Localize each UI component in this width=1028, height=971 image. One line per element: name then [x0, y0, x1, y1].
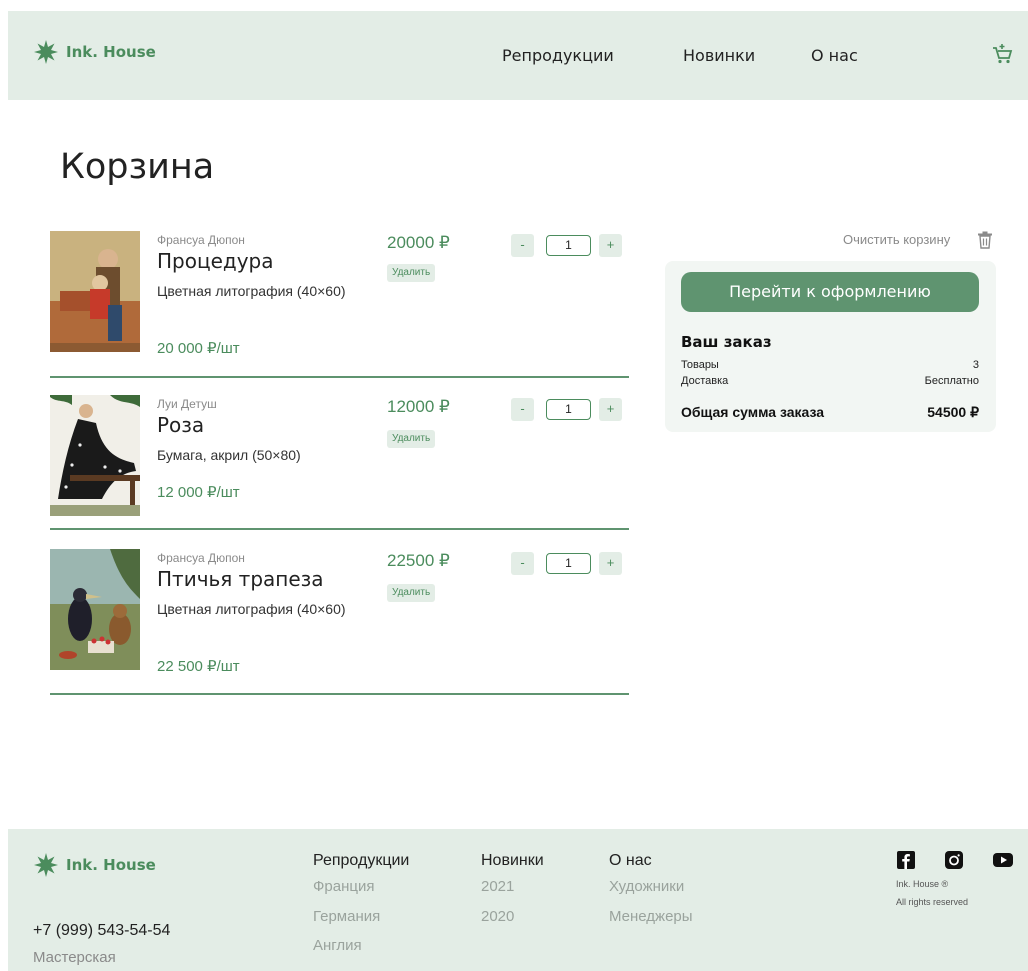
item-unit-price: 20 000 ₽/шт	[157, 340, 240, 357]
cart-item: Франсуа Дюпон Процедура Цветная литограф…	[50, 231, 629, 381]
footer-subtitle: Мастерская	[33, 949, 116, 966]
footer-link-2020[interactable]: 2020	[481, 908, 514, 925]
item-artist: Луи Детуш	[157, 397, 217, 411]
goods-value: 3	[972, 359, 979, 371]
item-artist: Франсуа Дюпон	[157, 551, 245, 565]
summary-delivery-row: Доставка Бесплатно	[681, 375, 979, 387]
nav-about[interactable]: О нас	[811, 46, 858, 65]
qty-input[interactable]: 1	[546, 553, 591, 574]
summary-total-row: Общая сумма заказа 54500 ₽	[681, 404, 979, 420]
item-unit-price: 22 500 ₽/шт	[157, 658, 240, 675]
delivery-value: Бесплатно	[924, 375, 979, 387]
footer-link-england[interactable]: Англия	[313, 937, 362, 954]
item-price: 12000 ₽	[387, 397, 450, 416]
trash-icon[interactable]	[977, 231, 993, 249]
footer-phone[interactable]: +7 (999) 543-54-54	[33, 922, 170, 940]
youtube-icon[interactable]	[993, 851, 1013, 869]
item-title[interactable]: Процедура	[157, 249, 274, 273]
cart-item: Франсуа Дюпон Птичья трапеза Цветная лит…	[50, 549, 629, 699]
summary-title: Ваш заказ	[681, 333, 772, 351]
cart-icon[interactable]	[991, 43, 1013, 65]
clear-cart-button[interactable]: Очистить корзину	[843, 232, 950, 247]
item-title[interactable]: Птичья трапеза	[157, 567, 324, 591]
instagram-icon[interactable]	[945, 851, 963, 869]
item-divider	[50, 693, 629, 695]
footer-link-managers[interactable]: Менеджеры	[609, 908, 693, 925]
footer-link-germany[interactable]: Германия	[313, 908, 380, 925]
goods-label: Товары	[681, 359, 719, 371]
qty-minus-button[interactable]: -	[511, 552, 534, 575]
qty-plus-button[interactable]: +	[599, 234, 622, 257]
brand-name: Ink. House	[66, 43, 156, 61]
page-title: Корзина	[60, 147, 215, 187]
qty-plus-button[interactable]: +	[599, 552, 622, 575]
footer-about-title[interactable]: О нас	[609, 852, 652, 870]
cart-item: Луи Детуш Роза Бумага, акрил (50×80) 12 …	[50, 395, 629, 535]
facebook-icon[interactable]	[897, 851, 915, 869]
artwork-image[interactable]	[50, 231, 140, 352]
item-artist: Франсуа Дюпон	[157, 233, 245, 247]
footer-brand-logo[interactable]: Ink. House	[34, 853, 156, 877]
artwork-image[interactable]	[50, 549, 140, 670]
order-summary: Перейти к оформлению Ваш заказ Товары 3 …	[665, 261, 996, 432]
qty-minus-button[interactable]: -	[511, 234, 534, 257]
footer-new-title[interactable]: Новинки	[481, 852, 544, 870]
item-description: Цветная литография (40×60)	[157, 601, 346, 617]
footer-link-france[interactable]: Франция	[313, 878, 374, 895]
nav-new[interactable]: Новинки	[683, 46, 755, 65]
total-value: 54500 ₽	[927, 404, 979, 420]
footer-link-artists[interactable]: Художники	[609, 878, 684, 895]
item-title[interactable]: Роза	[157, 413, 204, 437]
delivery-label: Доставка	[681, 375, 729, 387]
burst-logo-icon	[34, 853, 58, 877]
remove-button[interactable]: Удалить	[387, 430, 436, 448]
remove-button[interactable]: Удалить	[387, 264, 436, 282]
qty-input[interactable]: 1	[546, 235, 591, 256]
checkout-button[interactable]: Перейти к оформлению	[681, 272, 979, 312]
item-price: 20000 ₽	[387, 233, 450, 252]
nav-reproductions[interactable]: Репродукции	[502, 46, 614, 65]
qty-input[interactable]: 1	[546, 399, 591, 420]
summary-goods-row: Товары 3	[681, 359, 979, 371]
qty-plus-button[interactable]: +	[599, 398, 622, 421]
item-divider	[50, 528, 629, 530]
footer-copyright: Ink. House ®	[896, 879, 949, 889]
item-divider	[50, 376, 629, 378]
item-unit-price: 12 000 ₽/шт	[157, 484, 240, 501]
footer-reproductions-title[interactable]: Репродукции	[313, 852, 409, 870]
burst-logo-icon	[34, 40, 58, 64]
qty-minus-button[interactable]: -	[511, 398, 534, 421]
total-label: Общая сумма заказа	[681, 404, 825, 420]
remove-button[interactable]: Удалить	[387, 584, 436, 602]
artwork-image[interactable]	[50, 395, 140, 516]
site-header: Ink. House Репродукции Новинки О нас	[8, 11, 1028, 100]
footer-link-2021[interactable]: 2021	[481, 878, 514, 895]
footer-rights: All rights reserved	[896, 897, 969, 907]
item-description: Цветная литография (40×60)	[157, 283, 346, 299]
site-footer: Ink. House +7 (999) 543-54-54 Мастерская…	[8, 829, 1028, 971]
brand-logo[interactable]: Ink. House	[34, 40, 156, 64]
item-description: Бумага, акрил (50×80)	[157, 447, 301, 463]
item-price: 22500 ₽	[387, 551, 450, 570]
brand-name: Ink. House	[66, 856, 156, 874]
